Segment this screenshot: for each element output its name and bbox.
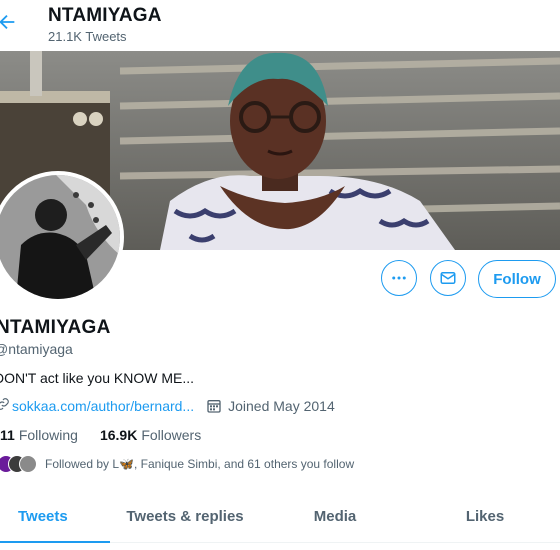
tab-likes[interactable]: Likes [410,490,560,542]
more-button[interactable] [381,260,417,296]
tab-tweets-replies[interactable]: Tweets & replies [110,490,260,542]
profile-website-link[interactable]: sokkaa.com/author/bernard... [12,398,194,414]
profile-display-name: NTAMIYAGA [0,317,111,338]
followed-by-text: Followed by L🦋, Fanique Simbi, and 61 ot… [45,457,355,471]
followers-label: Followers [141,427,202,443]
header-tweet-count: 21.1K Tweets [48,29,127,44]
link-icon [0,397,10,414]
profile-joined-date: Joined May 2014 [228,397,335,414]
following-label: Following [18,427,78,443]
profile-header: NTAMIYAGA 21.1K Tweets [0,0,560,50]
following-count: 11 [0,427,15,443]
profile-meta: sokkaa.com/author/bernard... Joined May … [0,397,335,414]
arrow-left-icon[interactable] [0,11,18,33]
tab-media[interactable]: Media [260,490,410,542]
followers-link[interactable]: 16.9K Followers [100,427,201,443]
avatar[interactable] [0,171,124,303]
more-dots-icon [392,276,406,280]
header-name: NTAMIYAGA [48,5,162,26]
calendar-icon [207,399,221,413]
mail-icon [440,272,456,284]
message-button[interactable] [430,260,466,296]
following-link[interactable]: 11 Following [0,427,78,443]
profile-stats: 11 Following 16.9K Followers [0,427,223,443]
follower-avatar [19,455,37,473]
followers-count: 16.9K [99,427,138,443]
profile-bio: DON'T act like you KNOW ME... [0,370,195,386]
profile-handle: @ntamiyaga [0,341,73,357]
profile-tabs: Tweets Tweets & replies Media Likes [0,490,560,543]
tab-tweets[interactable]: Tweets [0,490,110,543]
follow-button[interactable]: Follow [478,260,556,298]
followed-by[interactable]: Followed by L🦋, Fanique Simbi, and 61 ot… [0,455,354,473]
